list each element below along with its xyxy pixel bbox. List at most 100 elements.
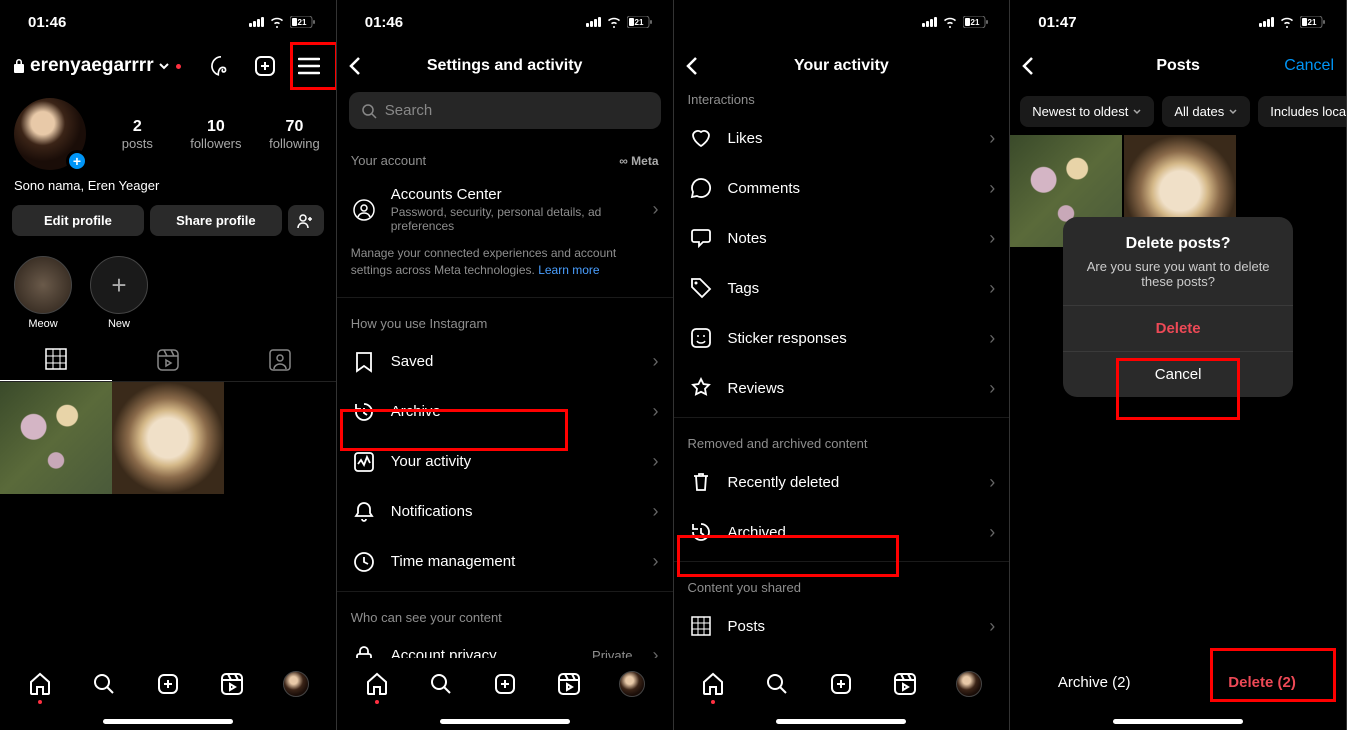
your-activity-row[interactable]: Your activity› xyxy=(337,437,673,487)
back-button[interactable] xyxy=(1022,56,1034,76)
profile-screen: 01:46 21 erenyaegarrrr + 2posts 10follow… xyxy=(0,0,337,730)
create-nav[interactable] xyxy=(154,670,182,698)
saved-row[interactable]: Saved› xyxy=(337,337,673,387)
chevron-right-icon: › xyxy=(989,128,995,149)
accounts-center-row[interactable]: Accounts CenterPassword, security, perso… xyxy=(337,174,673,245)
location-filter[interactable]: Includes location xyxy=(1258,96,1346,127)
wifi-icon xyxy=(942,16,958,28)
username-dropdown[interactable]: erenyaegarrrr xyxy=(12,55,206,77)
svg-text:21: 21 xyxy=(634,18,643,27)
battery-icon: 21 xyxy=(290,16,316,28)
clock-icon xyxy=(351,549,377,575)
create-nav[interactable] xyxy=(827,670,855,698)
content-tabs xyxy=(0,338,336,382)
add-story-badge[interactable]: + xyxy=(66,150,88,172)
person-circle-icon xyxy=(351,197,377,223)
search-nav[interactable] xyxy=(90,670,118,698)
section-who-can-see: Who can see your content xyxy=(337,596,673,631)
reviews-row[interactable]: Reviews› xyxy=(674,363,1010,413)
reels-tab[interactable] xyxy=(112,338,224,381)
search-input[interactable]: Search xyxy=(349,92,661,129)
home-indicator xyxy=(440,719,570,724)
section-interactions: Interactions xyxy=(674,88,1010,113)
note-icon xyxy=(688,225,714,251)
stickers-row[interactable]: Sticker responses› xyxy=(674,313,1010,363)
time-mgmt-row[interactable]: Time management› xyxy=(337,537,673,587)
learn-more-link[interactable]: Learn more xyxy=(538,263,599,277)
posts-row[interactable]: Posts› xyxy=(674,601,1010,651)
signal-icon xyxy=(249,17,264,27)
archived-row[interactable]: Archived› xyxy=(674,507,1010,557)
home-indicator xyxy=(776,719,906,724)
followers-stat[interactable]: 10followers xyxy=(189,118,244,151)
chevron-down-icon xyxy=(1228,107,1238,117)
back-button[interactable] xyxy=(349,56,361,76)
username-text: erenyaegarrrr xyxy=(30,55,154,77)
activity-icon xyxy=(351,449,377,475)
modal-delete-button[interactable]: Delete xyxy=(1063,305,1293,351)
modal-cancel-button[interactable]: Cancel xyxy=(1063,351,1293,397)
chevron-right-icon: › xyxy=(989,278,995,299)
clock: 01:47 xyxy=(1038,14,1076,31)
bookmark-icon xyxy=(351,349,377,375)
threads-icon[interactable] xyxy=(206,51,236,81)
recently-deleted-row[interactable]: Recently deleted› xyxy=(674,457,1010,507)
signal-icon xyxy=(586,17,601,27)
cancel-link[interactable]: Cancel xyxy=(1284,57,1334,75)
edit-profile-button[interactable]: Edit profile xyxy=(12,205,144,236)
following-stat[interactable]: 70following xyxy=(267,118,322,151)
archive-row[interactable]: Archive› xyxy=(337,387,673,437)
sort-filter[interactable]: Newest to oldest xyxy=(1020,96,1154,127)
home-nav[interactable] xyxy=(26,670,54,698)
search-placeholder: Search xyxy=(385,102,433,119)
comments-row[interactable]: Comments› xyxy=(674,163,1010,213)
date-filter[interactable]: All dates xyxy=(1162,96,1250,127)
post-thumb-1[interactable] xyxy=(0,382,112,494)
highlight-new[interactable]: +New xyxy=(90,256,148,330)
reels-nav[interactable] xyxy=(555,670,583,698)
home-nav[interactable] xyxy=(363,670,391,698)
delete-modal: Delete posts? Are you sure you want to d… xyxy=(1063,217,1293,397)
archive-icon xyxy=(688,519,714,545)
notifications-row[interactable]: Notifications› xyxy=(337,487,673,537)
posts-stat[interactable]: 2posts xyxy=(110,118,165,151)
posts-select-screen: 01:47 21 Posts Cancel Newest to oldest A… xyxy=(1010,0,1347,730)
reels-nav[interactable] xyxy=(218,670,246,698)
create-nav[interactable] xyxy=(491,670,519,698)
archive-icon xyxy=(351,399,377,425)
chevron-right-icon: › xyxy=(989,328,995,349)
notif-dot xyxy=(176,64,181,69)
chevron-right-icon: › xyxy=(989,228,995,249)
tags-row[interactable]: Tags› xyxy=(674,263,1010,313)
share-profile-button[interactable]: Share profile xyxy=(150,205,282,236)
lock-icon xyxy=(12,58,26,74)
profile-header: erenyaegarrrr xyxy=(0,44,336,88)
reels-nav[interactable] xyxy=(891,670,919,698)
search-nav[interactable] xyxy=(763,670,791,698)
profile-nav[interactable] xyxy=(618,670,646,698)
likes-row[interactable]: Likes› xyxy=(674,113,1010,163)
clock: 01:46 xyxy=(28,14,66,31)
stats-row: + 2posts 10followers 70following xyxy=(0,88,336,174)
chevron-right-icon: › xyxy=(653,551,659,572)
notes-row[interactable]: Notes› xyxy=(674,213,1010,263)
status-bar: 01:46 21 xyxy=(0,0,336,44)
home-nav[interactable] xyxy=(699,670,727,698)
accounts-desc: Manage your connected experiences and ac… xyxy=(337,245,673,293)
sticker-icon xyxy=(688,325,714,351)
chevron-down-icon xyxy=(1132,107,1142,117)
page-title: Your activity xyxy=(674,57,1010,75)
chevron-right-icon: › xyxy=(653,351,659,372)
menu-icon[interactable] xyxy=(294,51,324,81)
discover-people-button[interactable] xyxy=(288,205,324,236)
create-icon[interactable] xyxy=(250,51,280,81)
posts-tab[interactable] xyxy=(0,338,112,381)
highlight-meow[interactable]: Meow xyxy=(14,256,72,330)
search-nav[interactable] xyxy=(427,670,455,698)
tagged-tab[interactable] xyxy=(224,338,336,381)
post-thumb-2[interactable] xyxy=(112,382,224,494)
profile-nav[interactable] xyxy=(955,670,983,698)
back-button[interactable] xyxy=(686,56,698,76)
profile-nav[interactable] xyxy=(282,670,310,698)
wifi-icon xyxy=(1279,16,1295,28)
